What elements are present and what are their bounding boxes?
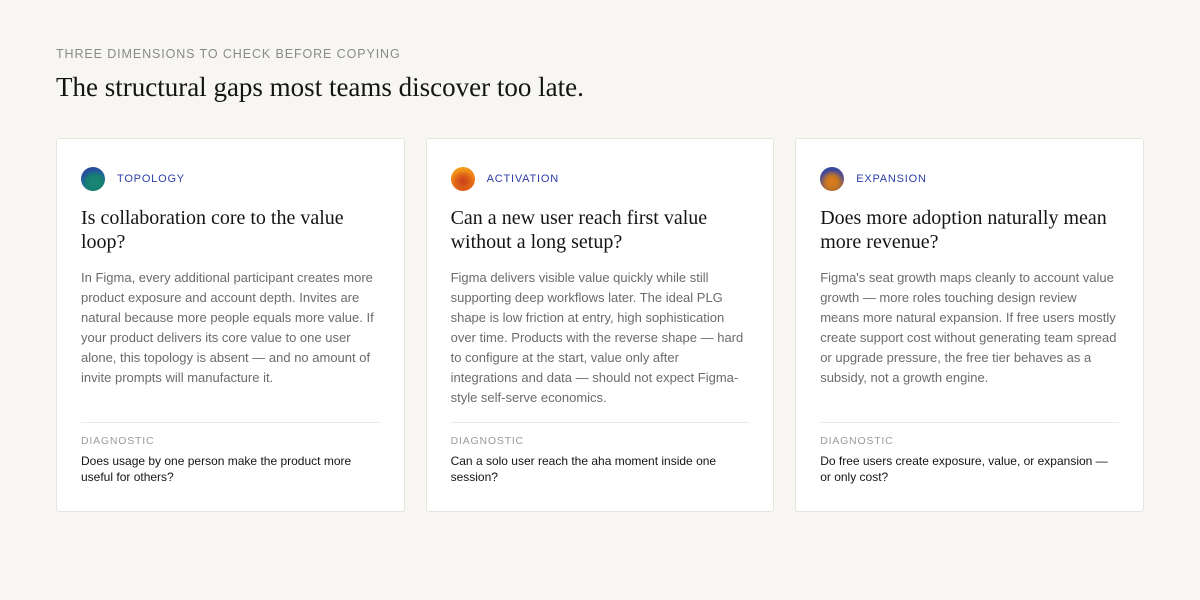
diagnostic-question: Do free users create exposure, value, or… <box>820 454 1108 484</box>
card-body: Figma delivers visible value quickly whi… <box>450 270 744 405</box>
diagnostic-label: DIAGNOSTIC <box>81 435 155 447</box>
card-header: EXPANSION <box>820 167 1119 191</box>
card-title: Is collaboration core to the value loop? <box>81 207 344 253</box>
card-title: Does more adoption naturally mean more r… <box>820 207 1107 253</box>
expansion-gradient-icon <box>820 167 845 191</box>
card-expansion: EXPANSION Does more adoption naturally m… <box>795 138 1144 512</box>
diagnostic-question: Can a solo user reach the aha moment ins… <box>450 454 717 484</box>
section-headline: The structural gaps most teams discover … <box>56 72 584 102</box>
diagnostic-label: DIAGNOSTIC <box>820 435 894 447</box>
card-title: Can a new user reach first value without… <box>450 207 708 253</box>
diagnostic-question: Does usage by one person make the produc… <box>81 454 352 484</box>
card-label: ACTIVATION <box>486 173 559 185</box>
diagnostic-block: DIAGNOSTIC Does usage by one person make… <box>81 422 380 485</box>
diagnostic-label: DIAGNOSTIC <box>450 435 524 447</box>
card-label: TOPOLOGY <box>117 173 185 185</box>
card-label: EXPANSION <box>856 173 927 185</box>
section-eyebrow: THREE DIMENSIONS TO CHECK BEFORE COPYING <box>56 47 401 61</box>
card-header: TOPOLOGY <box>81 167 380 191</box>
topology-gradient-icon <box>81 167 105 191</box>
card-topology: TOPOLOGY Is collaboration core to the va… <box>56 138 405 512</box>
card-activation: ACTIVATION Can a new user reach first va… <box>425 138 775 512</box>
card-body: Figma's seat growth maps cleanly to acco… <box>820 270 1117 385</box>
card-header: ACTIVATION <box>450 167 750 191</box>
dimensions-section: THREE DIMENSIONS TO CHECK BEFORE COPYING… <box>56 46 1144 512</box>
diagnostic-block: DIAGNOSTIC Do free users create exposure… <box>820 422 1119 485</box>
activation-gradient-icon <box>450 167 475 191</box>
dimension-cards: TOPOLOGY Is collaboration core to the va… <box>56 138 1144 512</box>
diagnostic-block: DIAGNOSTIC Can a solo user reach the aha… <box>450 422 750 485</box>
card-body: In Figma, every additional participant c… <box>81 270 374 385</box>
